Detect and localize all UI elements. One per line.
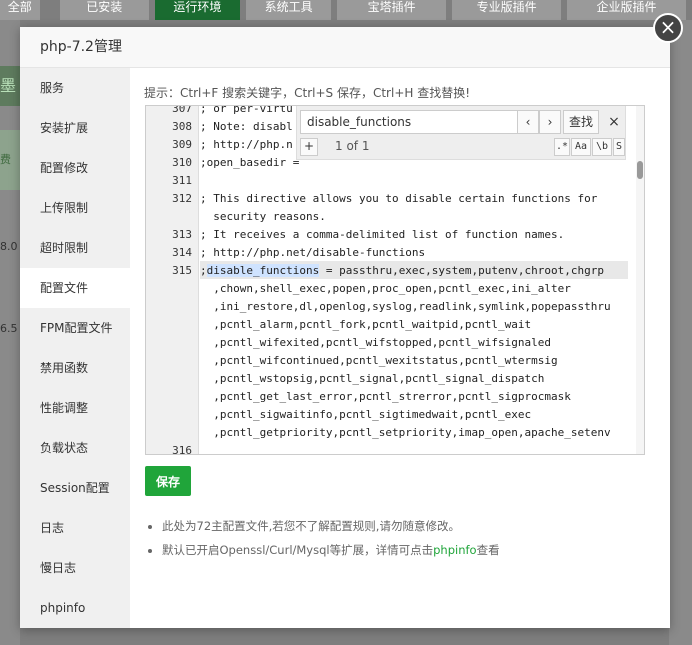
bg-tab-all: 全部 [0, 0, 40, 20]
line-number: 307 [172, 105, 192, 115]
find-button[interactable]: 查找 [563, 110, 599, 134]
regex-toggle[interactable]: .* [554, 138, 570, 156]
line-number: 314 [172, 246, 192, 259]
code-line: security reasons. [200, 210, 326, 223]
nav-item-fpm-config[interactable]: FPM配置文件 [20, 308, 130, 348]
bg-tab-system-tools: 系统工具 [245, 0, 332, 20]
code-line: ; It receives a comma-delimited list of … [200, 228, 565, 241]
code-line: ,pcntl_alarm,pcntl_fork,pcntl_waitpid,pc… [200, 318, 532, 331]
code-line: ,pcntl_getpriority,pcntl_setpriority,ima… [200, 426, 611, 439]
search-close-icon[interactable]: × [605, 110, 623, 134]
bg-tab-installed: 已安装 [59, 0, 149, 20]
editor-scrollbar[interactable] [636, 106, 644, 454]
code-line: ,pcntl_sigwaitinfo,pcntl_sigtimedwait,pc… [200, 408, 532, 421]
bullet-icon [148, 524, 152, 529]
code-line: ,pcntl_get_last_error,pcntl_strerror,pcn… [200, 390, 571, 403]
code-line: ; Note: disabl [200, 120, 293, 133]
line-number: 308 [172, 120, 192, 133]
phpinfo-link[interactable]: phpinfo [433, 543, 476, 557]
nav-item-session-config[interactable]: Session配置 [20, 468, 130, 508]
nav-item-service[interactable]: 服务 [20, 68, 130, 108]
bg-fragment: 8.0 [0, 240, 18, 253]
line-number: 313 [172, 228, 192, 241]
code-line: ,pcntl_wifcontinued,pcntl_wexitstatus,pc… [200, 354, 558, 367]
code-line: ; http://php.n [200, 138, 293, 151]
nav-item-slow-logs[interactable]: 慢日志 [20, 548, 130, 588]
nav-item-timeout-limit[interactable]: 超时限制 [20, 228, 130, 268]
nav-item-performance[interactable]: 性能调整 [20, 388, 130, 428]
line-gutter: 307 308 309 310 311 312 313 314 315 316 [146, 106, 199, 454]
bullet-icon [148, 548, 152, 553]
background-right-strip [669, 20, 692, 645]
search-match: disable_functions [206, 264, 320, 277]
toggle-replace-button[interactable]: + [300, 138, 318, 156]
code-line: ,chown,shell_exec,popen,proc_open,pcntl_… [200, 282, 571, 295]
note-text: 默认已开启Openssl/Curl/Mysql等扩展，详情可点击 [162, 543, 434, 557]
note-item: 默认已开启Openssl/Curl/Mysql等扩展，详情可点击phpinfo查… [148, 540, 500, 564]
bg-tab-pro-plugins: 专业版插件 [452, 0, 562, 20]
save-button[interactable]: 保存 [145, 466, 191, 496]
note-text: 查看 [476, 543, 500, 557]
notes-list: 此处为72主配置文件,若您不了解配置规则,请勿随意修改。 默认已开启Openss… [148, 516, 500, 564]
in-selection-toggle[interactable]: S [613, 138, 625, 156]
nav-item-phpinfo[interactable]: phpinfo [20, 588, 130, 628]
scrollbar-thumb[interactable] [637, 161, 643, 179]
match-count: 1 of 1 [335, 139, 370, 153]
search-panel: ‹ › 查找 × + 1 of 1 .* Aa \b S [296, 106, 626, 160]
nav-item-disabled-functions[interactable]: 禁用函数 [20, 348, 130, 388]
nav-item-load-status[interactable]: 负载状态 [20, 428, 130, 468]
line-number: 311 [172, 174, 192, 187]
dialog-title: php-7.2管理 [20, 27, 670, 68]
bg-tab-runtime: 运行环境 [154, 0, 240, 20]
whole-word-toggle[interactable]: \b [592, 138, 612, 156]
line-number: 315 [172, 264, 192, 277]
nav-item-config-file[interactable]: 配置文件 [20, 268, 130, 308]
case-sensitive-toggle[interactable]: Aa [571, 138, 591, 156]
bg-tab-bt-plugins: 宝塔插件 [337, 0, 447, 20]
line-number: 316 [172, 444, 192, 455]
nav-item-config-modify[interactable]: 配置修改 [20, 148, 130, 188]
code-line: ; or per-virtu [200, 105, 293, 115]
find-next-button[interactable]: › [539, 110, 561, 134]
code-line: ,ini_restore,dl,openlog,syslog,readlink,… [200, 300, 611, 313]
code-line: ; http://php.net/disable-functions [200, 246, 426, 259]
code-text: = passthru,exec,system,putenv,chroot,chg… [319, 264, 604, 277]
code-text: ; [200, 264, 207, 277]
code-line: ,pcntl_wifexited,pcntl_wifstopped,pcntl_… [200, 336, 551, 349]
code-editor[interactable]: 307 308 309 310 311 312 313 314 315 316 … [145, 105, 645, 455]
nav-item-upload-limit[interactable]: 上传限制 [20, 188, 130, 228]
nav-item-logs[interactable]: 日志 [20, 508, 130, 548]
note-text: 此处为72主配置文件,若您不了解配置规则,请勿随意修改。 [162, 519, 460, 533]
line-number: 309 [172, 138, 192, 151]
bg-fragment: 6.5 [0, 322, 18, 335]
nav-item-install-extensions[interactable]: 安装扩展 [20, 108, 130, 148]
search-input[interactable] [300, 110, 518, 134]
shortcut-hint: 提示：Ctrl+F 搜索关键字，Ctrl+S 保存，Ctrl+H 查找替换! [144, 86, 471, 100]
code-line: ;open_basedir = [200, 156, 300, 169]
content-panel: 提示：Ctrl+F 搜索关键字，Ctrl+S 保存，Ctrl+H 查找替换! 3… [130, 68, 670, 628]
side-nav: 服务 安装扩展 配置修改 上传限制 超时限制 配置文件 FPM配置文件 禁用函数… [20, 68, 130, 628]
code-line-active: ;disable_functions = passthru,exec,syste… [200, 262, 604, 280]
background-tab-bar: 全部 已安装 运行环境 系统工具 宝塔插件 专业版插件 企业版插件 [0, 0, 692, 20]
find-prev-button[interactable]: ‹ [517, 110, 539, 134]
bg-fragment: 费 [0, 130, 20, 190]
line-number: 312 [172, 192, 192, 205]
bg-fragment: 墨 [0, 66, 20, 106]
note-item: 此处为72主配置文件,若您不了解配置规则,请勿随意修改。 [148, 516, 500, 540]
line-number: 310 [172, 156, 192, 169]
code-line: ,pcntl_wstopsig,pcntl_signal,pcntl_signa… [200, 372, 545, 385]
code-line: ; This directive allows you to disable c… [200, 192, 598, 205]
close-icon[interactable]: × [653, 13, 683, 43]
php-manager-dialog: php-7.2管理 服务 安装扩展 配置修改 上传限制 超时限制 配置文件 FP… [20, 27, 670, 628]
